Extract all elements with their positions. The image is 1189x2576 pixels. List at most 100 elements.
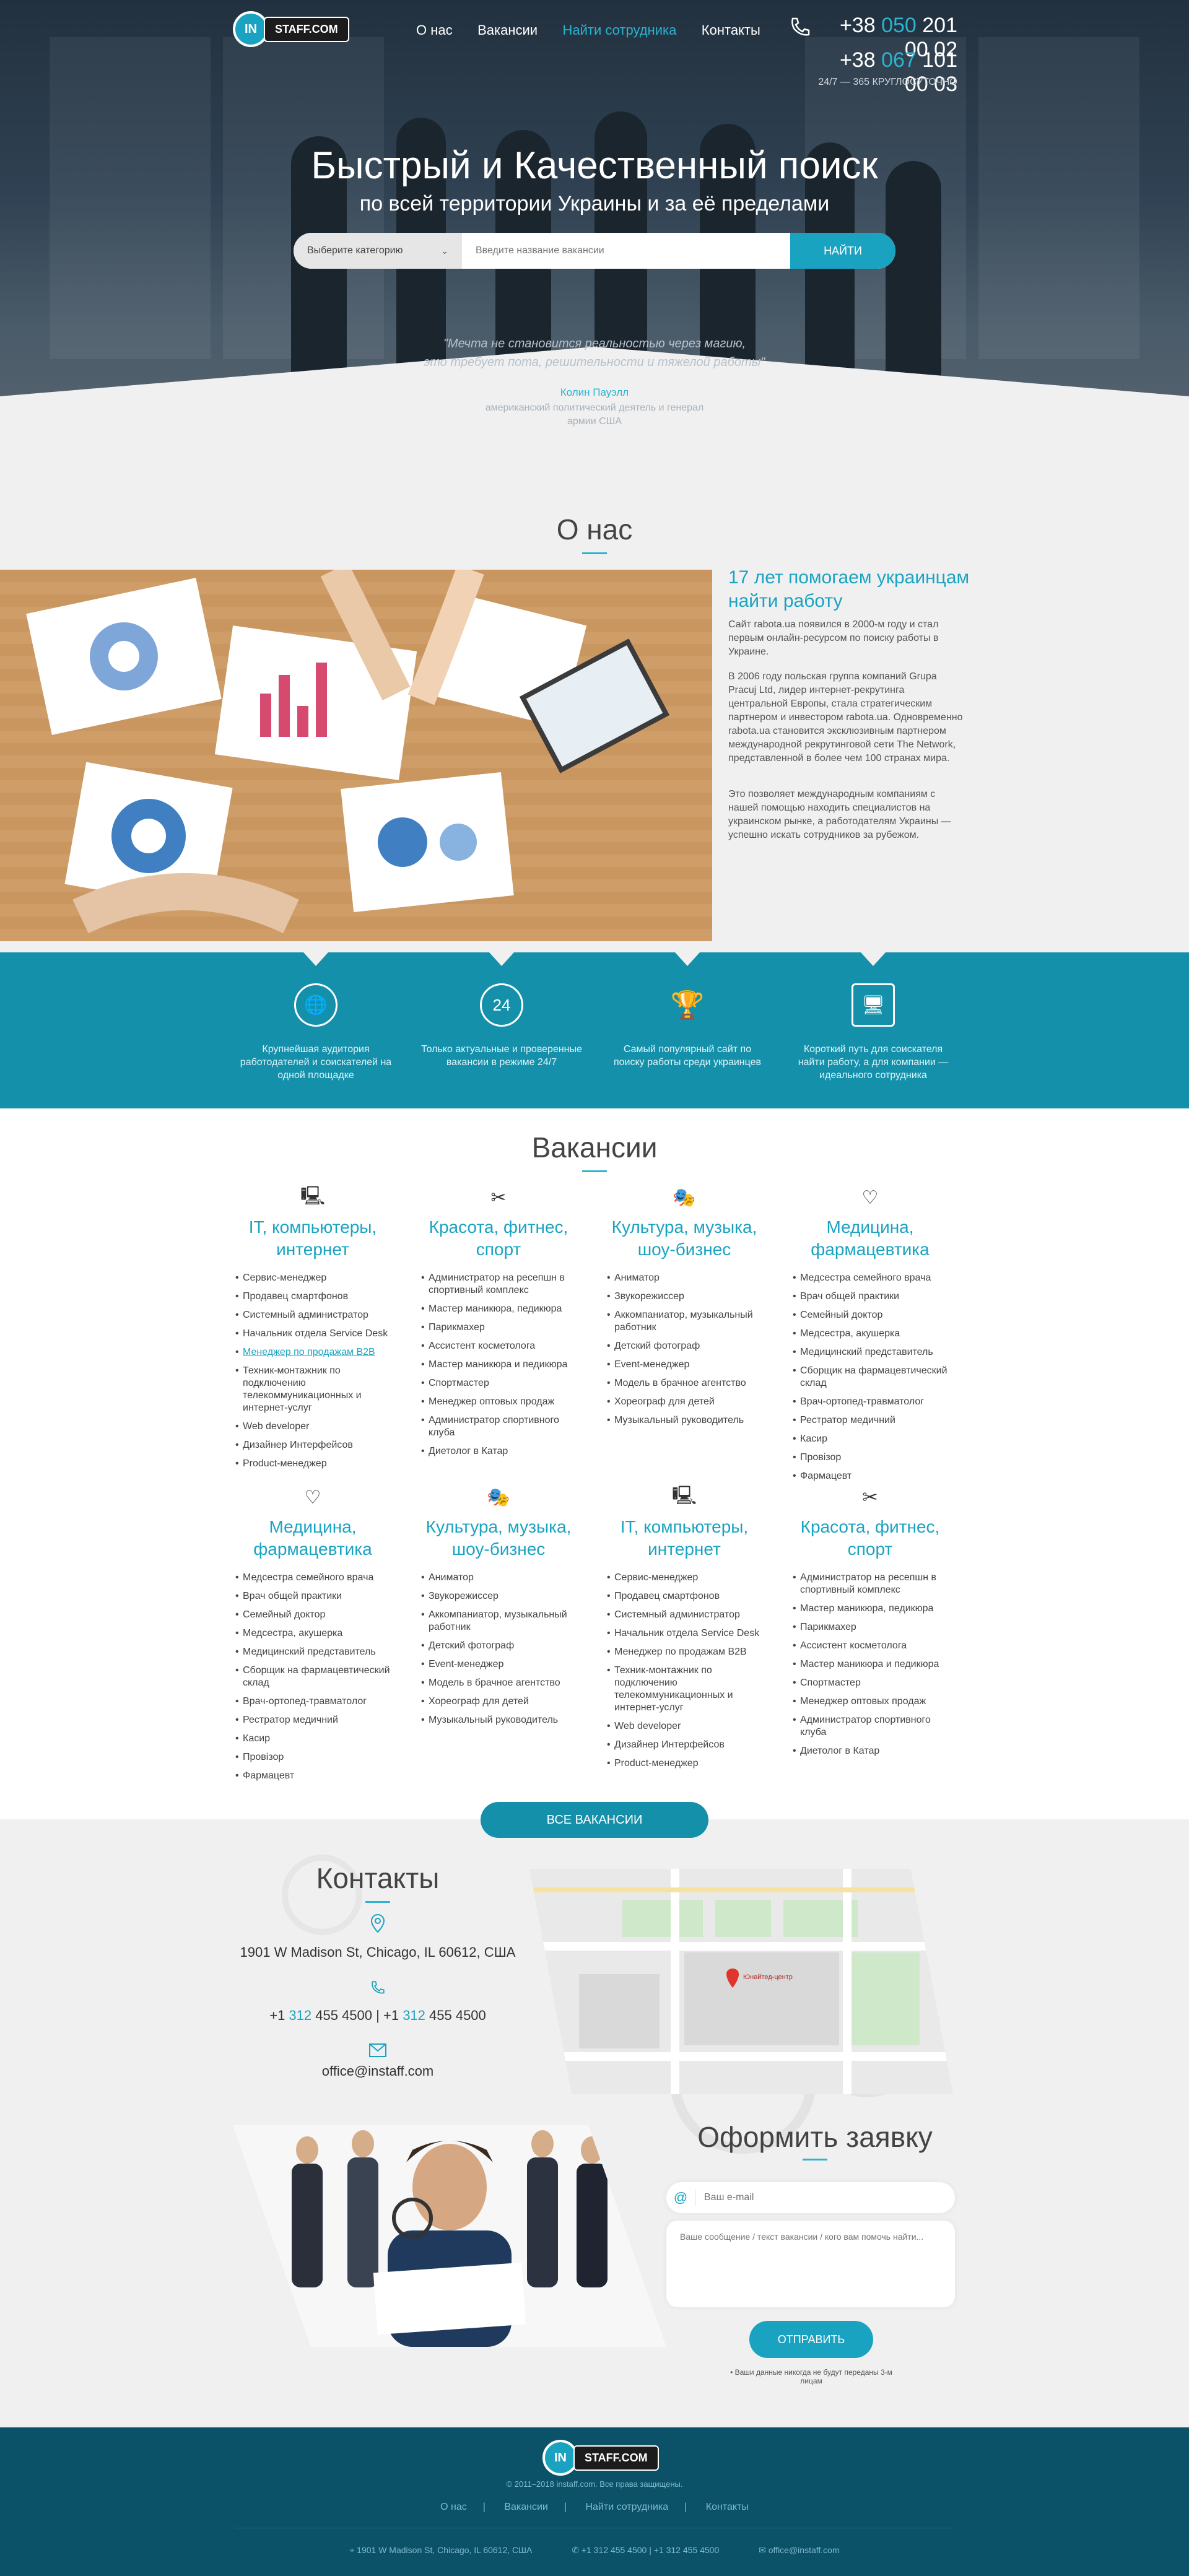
vacancy-link[interactable]: Рестратор медичний bbox=[235, 1714, 390, 1726]
vacancy-category-title[interactable]: Красота, фитнес, спорт bbox=[793, 1516, 947, 1560]
vacancy-category-title[interactable]: IT, компьютеры, интернет bbox=[235, 1216, 390, 1261]
vacancy-link[interactable]: Детский фотограф bbox=[607, 1340, 762, 1352]
vacancy-link[interactable]: Сборщик на фармацевтический склад bbox=[793, 1365, 947, 1390]
vacancy-link[interactable]: Спортмастер bbox=[793, 1677, 947, 1689]
vacancy-category-title[interactable]: Культура, музыка, шоу-бизнес bbox=[421, 1516, 576, 1560]
vacancy-link[interactable]: Техник-монтажник по подключению телекомм… bbox=[607, 1664, 762, 1714]
vacancy-link[interactable]: Фармацевт bbox=[793, 1470, 947, 1482]
vacancy-link[interactable]: Врач общей практики bbox=[235, 1590, 390, 1603]
vacancy-link[interactable]: Сервис-менеджер bbox=[235, 1272, 390, 1284]
vacancy-link[interactable]: Парикмахер bbox=[793, 1621, 947, 1634]
nav-find-employee[interactable]: Найти сотрудника bbox=[563, 22, 677, 38]
vacancy-link[interactable]: Врач общей практики bbox=[793, 1290, 947, 1303]
vacancy-link[interactable]: Диетолог в Катар bbox=[793, 1745, 947, 1757]
vacancy-search-input[interactable] bbox=[462, 233, 790, 269]
footer-nav-find-employee[interactable]: Найти сотрудника bbox=[585, 2502, 668, 2512]
map[interactable]: Юнайтед-центр bbox=[529, 1869, 953, 2094]
vacancy-link[interactable]: Сборщик на фармацевтический склад bbox=[235, 1664, 390, 1689]
vacancy-link[interactable]: Сервис-менеджер bbox=[607, 1572, 762, 1584]
footer-phones[interactable]: +1 312 455 4500 | +1 312 455 4500 bbox=[581, 2545, 719, 2555]
vacancy-link[interactable]: Хореограф для детей bbox=[607, 1396, 762, 1408]
email-input[interactable] bbox=[704, 2183, 955, 2213]
vacancy-link[interactable]: Медицинский представитель bbox=[793, 1346, 947, 1359]
vacancy-category-title[interactable]: Медицина, фармацевтика bbox=[793, 1216, 947, 1261]
vacancy-link[interactable]: Диетолог в Катар bbox=[421, 1445, 576, 1458]
vacancy-category-title[interactable]: Культура, музыка, шоу-бизнес bbox=[607, 1216, 762, 1261]
vacancy-link[interactable]: Музыкальный руководитель bbox=[421, 1714, 576, 1726]
nav-contacts[interactable]: Контакты bbox=[702, 22, 760, 38]
vacancy-link[interactable]: Провізор bbox=[235, 1751, 390, 1764]
footer-email[interactable]: office@instaff.com bbox=[769, 2545, 840, 2555]
vacancy-link[interactable]: Модель в брачное агентство bbox=[421, 1677, 576, 1689]
vacancy-link[interactable]: Аниматор bbox=[421, 1572, 576, 1584]
vacancy-link[interactable]: Фармацевт bbox=[235, 1770, 390, 1782]
nav-about[interactable]: О нас bbox=[416, 22, 453, 38]
vacancy-link[interactable]: Ассистент косметолога bbox=[793, 1640, 947, 1652]
category-select[interactable]: Выберите категорию ⌄ bbox=[294, 233, 462, 269]
vacancy-link[interactable]: Хореограф для детей bbox=[421, 1695, 576, 1708]
vacancy-link[interactable]: Мастер маникюра, педикюра bbox=[421, 1303, 576, 1315]
vacancy-link[interactable]: Аккомпаниатор, музыкальный работник bbox=[607, 1309, 762, 1334]
contact-phones[interactable]: +1 312 455 4500 | +1 312 455 4500 bbox=[230, 2008, 525, 2024]
vacancy-link[interactable]: Врач-ортопед-травматолог bbox=[793, 1396, 947, 1408]
vacancy-link[interactable]: Администратор спортивного клуба bbox=[793, 1714, 947, 1739]
vacancy-category-title[interactable]: IT, компьютеры, интернет bbox=[607, 1516, 762, 1560]
vacancy-link[interactable]: Product-менеджер bbox=[607, 1757, 762, 1770]
vacancy-link[interactable]: Аниматор bbox=[607, 1272, 762, 1284]
vacancy-link[interactable]: Рестратор медичний bbox=[793, 1414, 947, 1427]
vacancy-link[interactable]: Начальник отдела Service Desk bbox=[235, 1328, 390, 1340]
footer-nav-contacts[interactable]: Контакты bbox=[706, 2502, 749, 2512]
vacancy-link[interactable]: Мастер маникюра и педикюра bbox=[793, 1658, 947, 1671]
vacancy-link[interactable]: Парикмахер bbox=[421, 1321, 576, 1334]
vacancy-link[interactable]: Системный администратор bbox=[607, 1609, 762, 1621]
footer-nav-about[interactable]: О нас bbox=[440, 2502, 467, 2512]
vacancy-category-title[interactable]: Медицина, фармацевтика bbox=[235, 1516, 390, 1560]
vacancy-link[interactable]: Product-менеджер bbox=[235, 1458, 390, 1470]
vacancy-link[interactable]: Детский фотограф bbox=[421, 1640, 576, 1652]
vacancy-link[interactable]: Провізор bbox=[793, 1451, 947, 1464]
vacancy-link[interactable]: Аккомпаниатор, музыкальный работник bbox=[421, 1609, 576, 1634]
vacancy-link[interactable]: Врач-ортопед-травматолог bbox=[235, 1695, 390, 1708]
vacancy-link[interactable]: Техник-монтажник по подключению телекомм… bbox=[235, 1365, 390, 1414]
vacancy-link[interactable]: Ассистент косметолога bbox=[421, 1340, 576, 1352]
vacancy-link[interactable]: Семейный доктор bbox=[235, 1609, 390, 1621]
vacancy-link[interactable]: Менеджер по продажам B2B bbox=[235, 1346, 390, 1359]
vacancy-link[interactable]: Медсестра, акушерка bbox=[793, 1328, 947, 1340]
phone-2[interactable]: +38 067 101 00 03 bbox=[817, 48, 957, 97]
vacancy-link[interactable]: Начальник отдела Service Desk bbox=[607, 1627, 762, 1640]
vacancy-link[interactable]: Дизайнер Интерфейсов bbox=[607, 1739, 762, 1751]
vacancy-link[interactable]: Администратор на ресепшн в спортивный ко… bbox=[793, 1572, 947, 1596]
footer-nav-vacancies[interactable]: Вакансии bbox=[504, 2502, 548, 2512]
vacancy-link[interactable]: Администратор спортивного клуба bbox=[421, 1414, 576, 1439]
vacancy-link[interactable]: Администратор на ресепшн в спортивный ко… bbox=[421, 1272, 576, 1297]
vacancy-link[interactable]: Event-менеджер bbox=[421, 1658, 576, 1671]
vacancy-link[interactable]: Event-менеджер bbox=[607, 1359, 762, 1371]
vacancy-category-title[interactable]: Красота, фитнес, спорт bbox=[421, 1216, 576, 1261]
vacancy-link[interactable]: Web developer bbox=[235, 1421, 390, 1433]
vacancy-link[interactable]: Медсестра семейного врача bbox=[793, 1272, 947, 1284]
vacancy-link[interactable]: Модель в брачное агентство bbox=[607, 1377, 762, 1390]
vacancy-link[interactable]: Медицинский представитель bbox=[235, 1646, 390, 1658]
vacancy-link[interactable]: Касир bbox=[235, 1733, 390, 1745]
contact-email[interactable]: office@instaff.com bbox=[230, 2063, 525, 2079]
vacancy-link[interactable]: Семейный доктор bbox=[793, 1309, 947, 1321]
vacancy-link[interactable]: Менеджер по продажам B2B bbox=[607, 1646, 762, 1658]
vacancy-link[interactable]: Спортмастер bbox=[421, 1377, 576, 1390]
vacancy-link[interactable]: Продавец смартфонов bbox=[235, 1290, 390, 1303]
search-button[interactable]: НАЙТИ bbox=[790, 233, 895, 269]
footer-logo[interactable]: IN STAFF.COM bbox=[542, 2440, 659, 2476]
vacancy-link[interactable]: Медсестра семейного врача bbox=[235, 1572, 390, 1584]
vacancy-link[interactable]: Web developer bbox=[607, 1720, 762, 1733]
vacancy-link[interactable]: Менеджер оптовых продаж bbox=[793, 1695, 947, 1708]
vacancy-link[interactable]: Мастер маникюра, педикюра bbox=[793, 1603, 947, 1615]
vacancy-link[interactable]: Медсестра, акушерка bbox=[235, 1627, 390, 1640]
nav-vacancies[interactable]: Вакансии bbox=[477, 22, 538, 38]
vacancy-link[interactable]: Продавец смартфонов bbox=[607, 1590, 762, 1603]
vacancy-link[interactable]: Звукорежиссер bbox=[421, 1590, 576, 1603]
vacancy-link[interactable]: Системный администратор bbox=[235, 1309, 390, 1321]
vacancy-link[interactable]: Дизайнер Интерфейсов bbox=[235, 1439, 390, 1451]
vacancy-link[interactable]: Звукорежиссер bbox=[607, 1290, 762, 1303]
vacancy-link[interactable]: Менеджер оптовых продаж bbox=[421, 1396, 576, 1408]
vacancy-link[interactable]: Касир bbox=[793, 1433, 947, 1445]
logo[interactable]: IN STAFF.COM bbox=[233, 11, 349, 47]
